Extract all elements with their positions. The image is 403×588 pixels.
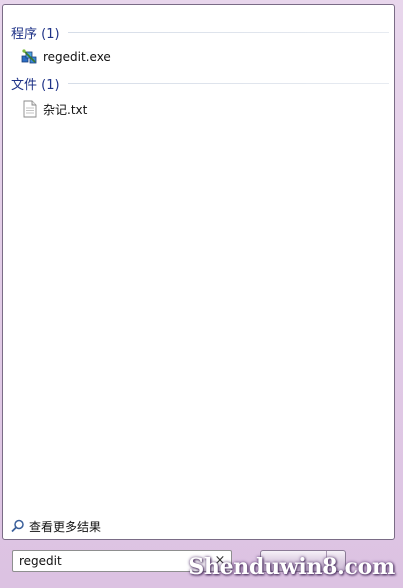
- result-item-label: 杂记.txt: [43, 102, 88, 117]
- registry-editor-icon: [21, 48, 39, 66]
- watermark-logo: Shenduwin8.com: [188, 554, 395, 580]
- search-results-panel: 程序 (1) regedit.exe 文件 (1) 杂记.txt 查看更多结果: [2, 4, 395, 540]
- section-divider: [67, 82, 389, 84]
- start-menu-frame: 程序 (1) regedit.exe 文件 (1) 杂记.txt 查看更多结果 …: [0, 0, 403, 588]
- section-divider: [67, 31, 389, 33]
- section-header-programs[interactable]: 程序 (1): [11, 22, 389, 42]
- start-menu-bottom-bar: × Shenduwin8.com: [0, 540, 403, 588]
- text-file-icon: [21, 100, 39, 118]
- section-header-files[interactable]: 文件 (1): [11, 73, 389, 93]
- search-input[interactable]: [13, 554, 209, 568]
- see-more-results-label: 查看更多结果: [29, 519, 102, 534]
- section-title-files: 文件 (1): [11, 77, 60, 93]
- result-item-regedit[interactable]: regedit.exe: [21, 47, 111, 67]
- see-more-results-link[interactable]: 查看更多结果: [11, 517, 101, 535]
- result-item-label: regedit.exe: [43, 50, 111, 64]
- section-title-programs: 程序 (1): [11, 26, 60, 42]
- result-item-text-file[interactable]: 杂记.txt: [21, 99, 87, 119]
- search-icon: [11, 519, 25, 533]
